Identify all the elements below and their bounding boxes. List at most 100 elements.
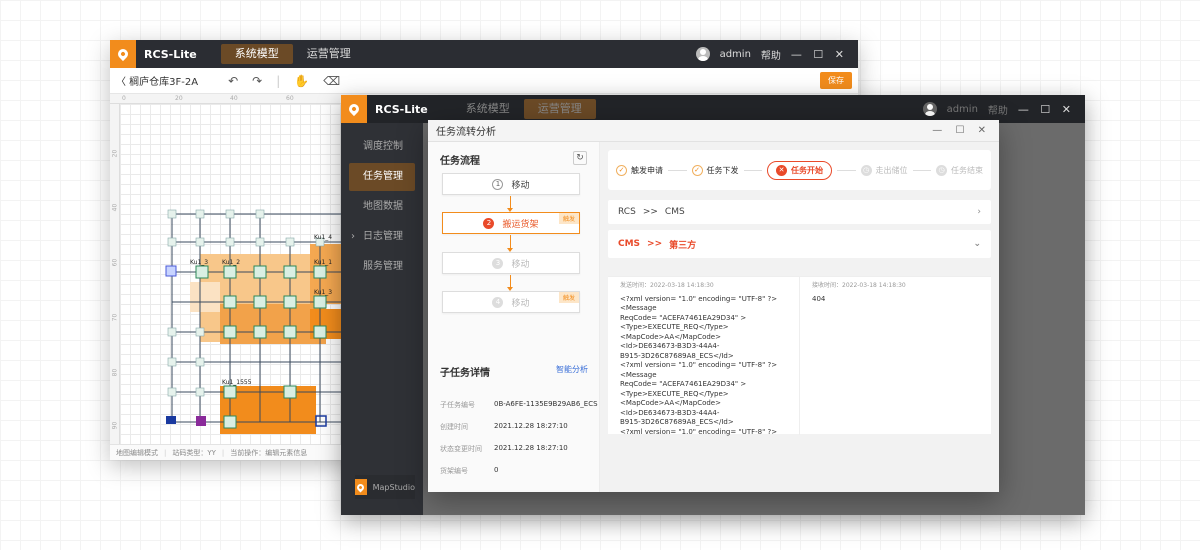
breadcrumb[interactable]: 〈 榈庐仓库3F-2A [116, 73, 198, 88]
location-pin-icon [355, 482, 366, 492]
smart-analysis-link[interactable]: 智能分析 [556, 364, 588, 375]
flow-step-current[interactable]: 2 搬运货架 触发 [442, 212, 580, 234]
step-arrow [507, 275, 513, 291]
dialog-title: 任务流转分析 [436, 127, 496, 138]
map-label: Ku1_1555 [222, 379, 252, 386]
error-icon: ✕ [776, 164, 787, 176]
map-zone [190, 282, 220, 312]
tab-system-model[interactable]: 系统模型 [452, 99, 524, 119]
toolbar-divider: | [276, 73, 281, 88]
map-label: Ku1_1 [314, 259, 332, 266]
map-node [165, 265, 177, 277]
step-number: 1 [492, 178, 504, 190]
ruler-tick: 60 [286, 95, 294, 102]
window-controls[interactable]: — ☐ ✕ [791, 48, 848, 61]
route-row-rcs-cms[interactable]: RCS >> CMS › [608, 200, 991, 224]
app-name: RCS-Lite [375, 102, 428, 116]
sidebar-item-services[interactable]: 服务管理 [341, 253, 423, 281]
eraser-icon[interactable]: ⌫ [323, 74, 340, 88]
undo-icon[interactable]: ↶ [228, 74, 238, 88]
step-label: 移动 [511, 298, 530, 309]
status-operation: 当前操作：编辑元素信息 [230, 448, 308, 457]
ruler-tick: 40 [230, 95, 238, 102]
location-pin-icon [115, 46, 131, 62]
help-link[interactable]: 帮助 [761, 47, 781, 62]
sidebar-item-logs[interactable]: › 日志管理 [341, 223, 423, 251]
check-icon: ✓ [616, 164, 627, 176]
step-number: 3 [492, 257, 504, 269]
map-node [315, 415, 327, 427]
ruler-tick: 60 [111, 258, 119, 267]
status-mode: 地图编辑模式 [116, 448, 158, 457]
warehouse-map[interactable]: Ku1_4 Ku1_3 Ku1_2 Ku1_1 Ku1_3 Ku1_1555 [120, 104, 350, 444]
tab-system-model[interactable]: 系统模型 [220, 44, 293, 64]
step-label: 搬运货架 [502, 219, 539, 230]
dialog-controls[interactable]: — ☐ ✕ [932, 125, 999, 136]
progress-step: ◷ 走出储位 [860, 164, 908, 176]
help-link[interactable]: 帮助 [988, 102, 1008, 117]
send-time: 发送时间：2022-03-18 14:18:30 [620, 282, 714, 289]
route-row-cms-third[interactable]: CMS >> 第三方 ⌄ [608, 230, 991, 258]
user-name[interactable]: admin [720, 49, 751, 60]
tab-operations[interactable]: 运营管理 [293, 44, 365, 64]
ruler-vertical: 20 40 60 70 80 90 [110, 104, 120, 444]
check-icon: ✓ [691, 164, 703, 176]
mapstudio-button[interactable]: MapStudio [355, 475, 415, 499]
clock-icon: ◷ [860, 164, 872, 176]
sidebar-item-dispatch[interactable]: 调度控制 [341, 133, 423, 161]
hand-tool-icon[interactable]: ✋ [294, 74, 309, 88]
ruler-tick: 90 [111, 421, 119, 430]
map-node [196, 416, 206, 426]
step-number: 2 [483, 217, 495, 229]
trigger-tag: 触发 [558, 292, 579, 303]
flow-panel: 任务流程 ↻ 1 移动 2 搬运货架 触发 3 移动 4 移动 触发 子任务详情… [428, 142, 600, 492]
redo-icon[interactable]: ↷ [252, 74, 262, 88]
progress-step: ◷ 任务结束 [936, 164, 983, 176]
app-logo [341, 95, 367, 123]
tab-operations[interactable]: 运营管理 [523, 99, 596, 119]
step-arrow [507, 235, 513, 252]
avatar[interactable] [695, 47, 710, 61]
ruler-tick: 70 [111, 313, 119, 322]
detail-row: 子任务编号 0B-A6FE-1135E9B29AB6_ECS [440, 400, 598, 409]
location-pin-icon [346, 101, 362, 117]
flow-step[interactable]: 3 移动 [442, 252, 580, 274]
ruler-tick: 0 [122, 95, 126, 102]
map-label: Ku1_4 [314, 234, 332, 241]
refresh-icon[interactable]: ↻ [573, 151, 587, 165]
flow-step[interactable]: 4 移动 触发 [442, 291, 580, 313]
message-detail: 发送时间：2022-03-18 14:18:30 <?xml version= … [608, 276, 991, 436]
save-button[interactable]: 保存 [820, 72, 852, 89]
ruler-tick: 20 [175, 95, 183, 102]
step-arrow [507, 196, 513, 212]
sidebar-item-map-data[interactable]: 地图数据 [341, 193, 423, 221]
progress-step-active: ✕ 任务开始 [767, 160, 832, 180]
ruler-tick: 20 [111, 149, 119, 158]
sidebar-item-tasks[interactable]: 任务管理 [349, 163, 415, 191]
avatar[interactable] [922, 102, 937, 116]
user-name[interactable]: admin [947, 104, 978, 115]
subtask-section: 子任务详情 智能分析 [428, 354, 600, 379]
chevron-right-icon: › [351, 231, 355, 242]
message-panel: ✓ 触发申请 ✓ 任务下发 ✕ 任务开始 ◷ 走出储位 ◷ 任务结束 RCS >> CMS ›… [600, 142, 999, 492]
receive-column: 接收时间：2022-03-18 14:18:30 404 [800, 277, 991, 435]
title-bar: RCS-Lite 系统模型 运营管理 admin 帮助 — ☐ ✕ [341, 95, 1085, 123]
step-label: 移动 [511, 259, 530, 270]
map-label: Ku1_2 [222, 259, 240, 266]
app-logo [355, 479, 367, 495]
flow-step[interactable]: 1 移动 [442, 173, 580, 195]
app-logo [110, 40, 136, 68]
dialog-header: 任务流转分析 — ☐ ✕ [428, 120, 999, 142]
app-name: RCS-Lite [144, 47, 197, 61]
trigger-tag: 触发 [558, 213, 579, 224]
footer-label: MapStudio [372, 482, 415, 492]
title-bar: RCS-Lite 系统模型 运营管理 admin 帮助 — ☐ ✕ [110, 40, 858, 68]
detail-row: 状态变更时间 2021.12.28 18:27:10 [440, 444, 568, 453]
map-label: Ku1_3 [314, 289, 332, 296]
ruler-tick: 80 [111, 368, 119, 377]
window-controls[interactable]: — ☐ ✕ [1018, 103, 1075, 116]
clock-icon: ◷ [936, 164, 947, 176]
task-flow-dialog: 任务流转分析 — ☐ ✕ 任务流程 ↻ 1 移动 2 搬运货架 触发 3 移动 … [428, 120, 999, 492]
step-number: 4 [492, 296, 504, 308]
sidebar-item-label: 日志管理 [363, 231, 403, 242]
